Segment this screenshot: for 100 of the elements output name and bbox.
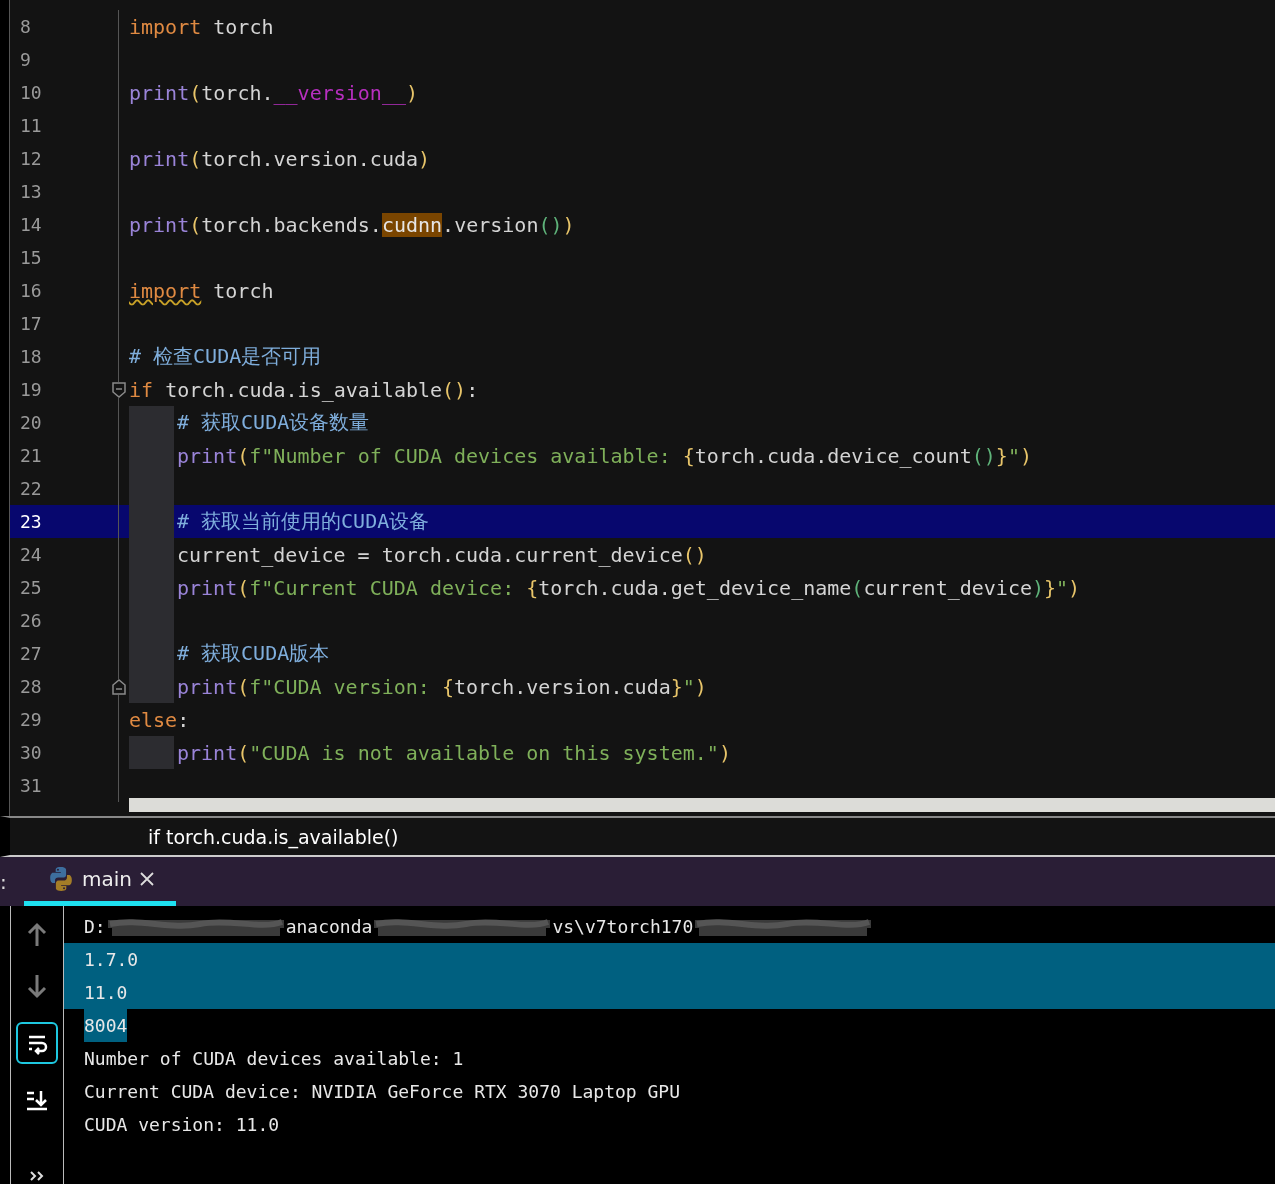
- code-token: print: [129, 80, 190, 105]
- code-token: import: [129, 14, 202, 39]
- indent-guide: [129, 670, 174, 703]
- console-output: CUDA version: 11.0: [84, 1113, 280, 1137]
- code-token: torch.cuda.get_device_name: [538, 575, 852, 600]
- code-token: ": [1056, 575, 1069, 600]
- code-token: # 获取CUDA设备数量: [177, 409, 370, 436]
- line-number: 12: [19, 148, 43, 169]
- code-token: (): [538, 212, 563, 237]
- line-number: 9: [19, 49, 32, 70]
- code-token: import: [129, 278, 202, 303]
- code-token: (: [189, 212, 202, 237]
- code-token: cudnn: [381, 212, 443, 237]
- indent-guide: [129, 406, 174, 439]
- breadcrumb[interactable]: if torch.cuda.is_available(): [148, 825, 399, 848]
- code-token: current_device = torch.cuda.current_device: [177, 542, 683, 567]
- line-number: 19: [19, 379, 43, 400]
- code-token: :: [177, 707, 190, 732]
- code-token: torch.cuda.is_available: [164, 377, 443, 402]
- line-number: 14: [19, 214, 43, 235]
- code-token: (: [237, 575, 250, 600]
- code-token: torch.: [201, 80, 274, 105]
- line-number: 22: [19, 478, 43, 499]
- code-token: current_device: [863, 575, 1032, 600]
- line-number: 31: [19, 775, 43, 796]
- fold-icon[interactable]: [112, 678, 126, 695]
- code-token: # 检查CUDA是否可用: [129, 343, 322, 370]
- line-number: 15: [19, 247, 43, 268]
- code-token: }: [670, 674, 683, 699]
- code-token: ): [694, 674, 707, 699]
- code-token: .version: [442, 212, 539, 237]
- code-token: torch.cuda.device_count: [694, 443, 972, 468]
- line-number: 17: [19, 313, 43, 334]
- code-token: :: [466, 377, 479, 402]
- code-token: print: [177, 740, 238, 765]
- line-number: 27: [19, 643, 43, 664]
- code-token: }: [995, 443, 1008, 468]
- code-token: ): [1031, 575, 1044, 600]
- line-number: 30: [19, 742, 43, 763]
- line-number: 16: [19, 280, 43, 301]
- code-token: if: [129, 377, 154, 402]
- console-output: Current CUDA device: NVIDIA GeForce RTX 3070 Laptop GPU: [84, 1080, 681, 1104]
- code-token: ): [405, 80, 418, 105]
- code-token: {: [526, 575, 539, 600]
- line-number: 25: [19, 577, 43, 598]
- line-number: 28: [19, 676, 43, 697]
- line-number: 29: [19, 709, 43, 730]
- code-token: (): [682, 542, 707, 567]
- code-token: torch.version.cuda: [201, 146, 418, 171]
- fold-icon[interactable]: [112, 381, 126, 398]
- line-number: 23: [19, 511, 43, 532]
- code-token: # 获取当前使用的CUDA设备: [177, 508, 430, 535]
- indent-guide: [129, 736, 174, 769]
- code-token: print: [177, 443, 238, 468]
- code-token: torch: [212, 278, 274, 303]
- code-token: (): [442, 377, 467, 402]
- line-number: 8: [19, 16, 32, 37]
- code-token: print: [177, 575, 238, 600]
- console-output: vs\v7torch170: [552, 915, 694, 939]
- code-token: "CUDA is not available on this system.": [249, 740, 719, 765]
- line-number: 26: [19, 610, 43, 631]
- code-token: }: [1044, 575, 1057, 600]
- console-output: Number of CUDA devices available: 1: [84, 1047, 464, 1071]
- code-token: ": [682, 674, 695, 699]
- line-number: 13: [19, 181, 43, 202]
- run-label: :: [0, 869, 8, 894]
- line-number: 20: [19, 412, 43, 433]
- code-token: ): [718, 740, 731, 765]
- python-icon: [48, 866, 74, 893]
- code-token: torch: [212, 14, 274, 39]
- code-token: f"CUDA version:: [249, 674, 431, 699]
- code-token: {: [441, 674, 454, 699]
- code-token: print: [129, 146, 190, 171]
- line-number: 24: [19, 544, 43, 565]
- console-output: 8004: [84, 1009, 128, 1042]
- code-token: ): [1068, 575, 1081, 600]
- code-token: f"Current CUDA device:: [249, 575, 516, 600]
- code-token: ): [418, 146, 431, 171]
- code-token: torch.version.cuda: [453, 674, 671, 699]
- code-token: # 获取CUDA版本: [177, 640, 330, 667]
- code-token: print: [129, 212, 190, 237]
- code-token: ): [562, 212, 575, 237]
- code-token: {: [682, 443, 695, 468]
- code-token: print: [177, 674, 238, 699]
- code-token: ): [1019, 443, 1032, 468]
- line-number: 11: [19, 115, 43, 136]
- line-number: 21: [19, 445, 43, 466]
- code-token: (: [237, 674, 250, 699]
- code-token: f"Number of CUDA devices available:: [249, 443, 672, 468]
- close-icon[interactable]: [140, 872, 154, 887]
- soft-wrap-icon[interactable]: [16, 1022, 58, 1064]
- line-number: 10: [19, 82, 43, 103]
- console-output: D:: [84, 915, 106, 939]
- console-output: anaconda: [285, 915, 373, 939]
- code-token: __version__: [273, 80, 406, 105]
- code-token: (: [237, 443, 250, 468]
- code-token: (: [237, 740, 250, 765]
- code-token: (: [189, 80, 202, 105]
- code-token: torch.backends.: [201, 212, 382, 237]
- horizontal-scrollbar[interactable]: [129, 798, 1275, 813]
